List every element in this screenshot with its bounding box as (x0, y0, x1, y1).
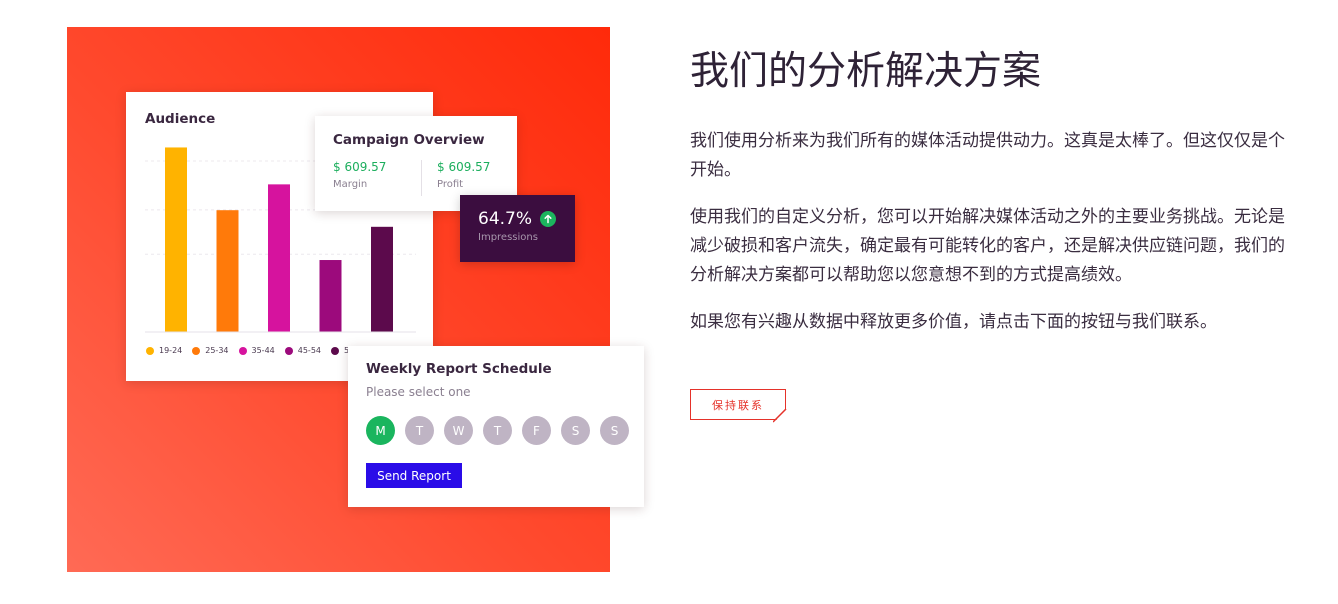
legend-label: 25-34 (205, 346, 229, 355)
chart-bar-25-34 (216, 210, 239, 332)
cta-paragraph: 如果您有兴趣从数据中释放更多价值，请点击下面的按钮与我们联系。 (690, 312, 1217, 332)
weekly-report-card: Weekly Report Schedule Please select one… (348, 346, 644, 507)
legend-item: 35-44 (238, 346, 275, 355)
intro-paragraph: 我们使用分析来为我们所有的媒体活动提供动力。这真是太棒了。但这仅仅是个开始。 (690, 131, 1285, 180)
day-button-monday[interactable]: M (366, 416, 395, 445)
day-button-thursday[interactable]: T (483, 416, 512, 445)
campaign-title: Campaign Overview (333, 132, 485, 148)
legend-label: 19-24 (159, 346, 183, 355)
day-button-wednesday[interactable]: W (444, 416, 473, 445)
impressions-card: 64.7% Impressions (460, 195, 575, 262)
chart-bar-35-44 (268, 184, 290, 332)
margin-label: Margin (333, 179, 368, 190)
margin-value: $ 609.57 (333, 160, 387, 174)
profit-metric: $ 609.57 Profit (437, 160, 490, 190)
day-selector: M T W T F S S (366, 416, 629, 445)
legend-dot-icon (238, 346, 247, 355)
chart-legend: 19-24 25-34 35-44 45-54 5 (146, 346, 349, 355)
legend-item: 45-54 (284, 346, 321, 355)
page-title: 我们的分析解决方案 (690, 49, 1042, 94)
arrow-up-icon (540, 211, 556, 227)
legend-dot-icon (284, 346, 293, 355)
body-paragraph: 使用我们的自定义分析，您可以开始解决媒体活动之外的主要业务挑战。无论是减少破损和… (690, 207, 1285, 285)
metric-divider (421, 160, 422, 196)
impressions-label: Impressions (478, 232, 538, 243)
day-button-sunday[interactable]: S (600, 416, 629, 445)
chart-bar-45-54 (319, 260, 342, 332)
profit-label: Profit (437, 179, 464, 190)
legend-item: 25-34 (192, 346, 229, 355)
day-button-tuesday[interactable]: T (405, 416, 434, 445)
legend-item: 19-24 (146, 346, 182, 355)
chart-bar-19-24 (165, 147, 187, 332)
legend-label: 45-54 (297, 346, 321, 355)
chart-bar-55+ (371, 226, 393, 332)
send-report-button[interactable]: Send Report (366, 463, 462, 488)
day-button-saturday[interactable]: S (561, 416, 590, 445)
margin-metric: $ 609.57 Margin (333, 160, 386, 190)
day-button-friday[interactable]: F (522, 416, 551, 445)
impressions-value: 64.7% (478, 209, 533, 229)
weekly-subtitle: Please select one (366, 385, 471, 399)
button-corner-accent (773, 409, 787, 423)
profit-value: $ 609.57 (437, 160, 491, 174)
legend-dot-icon (331, 346, 339, 355)
legend-dot-icon (192, 346, 201, 355)
contact-us-button[interactable]: 保持联系 (690, 389, 786, 420)
legend-item: 5 (331, 346, 349, 355)
weekly-title: Weekly Report Schedule (366, 361, 552, 377)
legend-dot-icon (146, 346, 154, 355)
legend-label: 35-44 (251, 346, 275, 355)
